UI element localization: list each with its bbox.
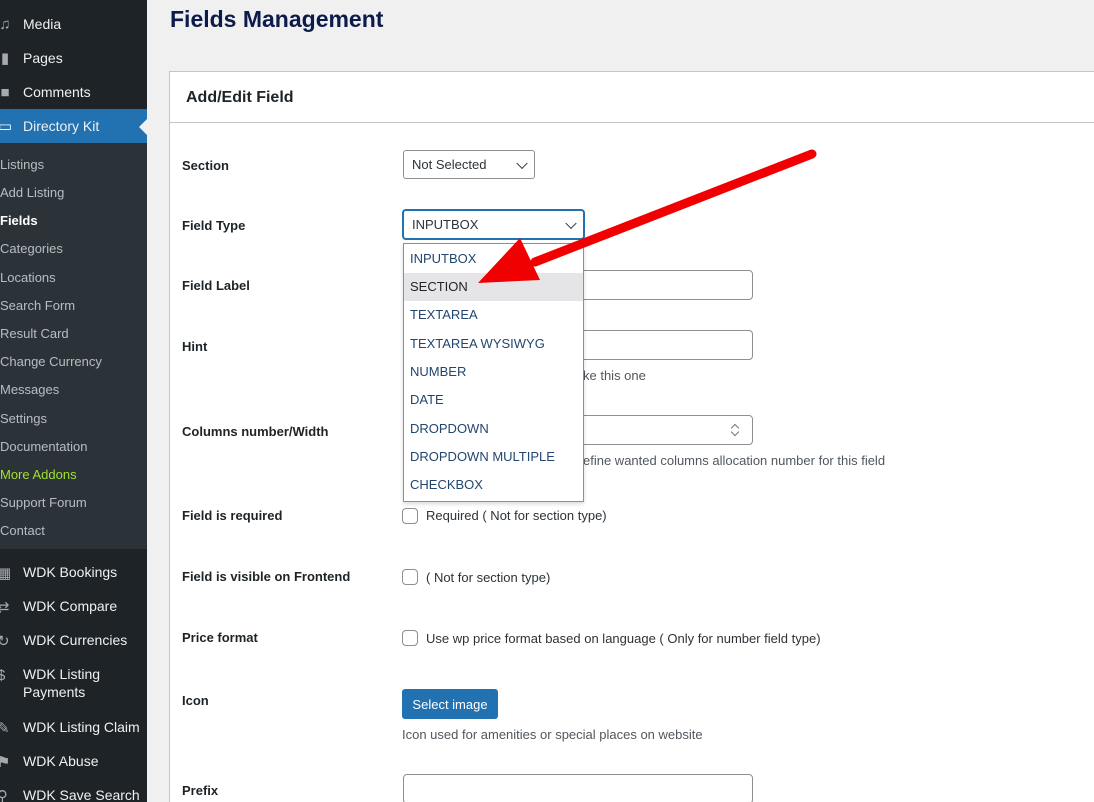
option-inputbox[interactable]: INPUTBOX (404, 245, 583, 273)
panel-title: Add/Edit Field (186, 89, 294, 106)
admin-sidebar: ♫ Media ▮ Pages ■ Comments ▭ Directory K… (0, 0, 147, 802)
submenu-messages[interactable]: Messages (0, 376, 147, 404)
option-number[interactable]: NUMBER (404, 358, 583, 386)
pages-icon: ▮ (0, 50, 10, 67)
required-checkbox[interactable] (402, 508, 418, 524)
panel-header: Add/Edit Field (170, 72, 1094, 123)
prefix-input[interactable] (403, 774, 753, 802)
compare-icon: ⇄ (0, 599, 10, 616)
chevron-down-icon (565, 217, 577, 229)
submenu-listings[interactable]: Listings (0, 151, 147, 179)
media-icon: ♫ (0, 15, 11, 33)
visible-frontend-checkbox[interactable] (402, 569, 418, 585)
option-section[interactable]: SECTION (404, 273, 583, 301)
submenu-search-form[interactable]: Search Form (0, 292, 147, 320)
icon-label: Icon (182, 693, 209, 708)
section-select[interactable]: Not Selected (403, 150, 535, 179)
menu-item-media[interactable]: ♫ Media (0, 7, 147, 41)
field-label-label: Field Label (182, 278, 250, 293)
comments-icon: ■ (0, 83, 10, 101)
number-spinner-icon[interactable] (730, 422, 742, 438)
hint-description: ke this one (583, 368, 646, 383)
field-type-select[interactable]: INPUTBOX (403, 210, 584, 239)
dollar-icon: $ (0, 667, 6, 684)
price-format-label: Price format (182, 630, 258, 645)
calendar-icon: ▦ (0, 565, 12, 582)
icon-description: Icon used for amenities or special place… (402, 727, 703, 742)
page-title: Fields Management (170, 6, 384, 32)
submenu-support-forum[interactable]: Support Forum (0, 489, 147, 517)
flag-icon: ⚑ (0, 754, 11, 771)
visible-frontend-checkbox-label: ( Not for section type) (426, 570, 551, 585)
option-date[interactable]: DATE (404, 386, 583, 414)
menu-item-directory-kit[interactable]: ▭ Directory Kit (0, 109, 147, 143)
submenu-categories[interactable]: Categories (0, 235, 147, 263)
option-checkbox[interactable]: CHECKBOX (404, 471, 583, 499)
save-search-icon: ⚲ (0, 788, 8, 802)
columns-label: Columns number/Width (182, 424, 329, 439)
hint-label: Hint (182, 339, 208, 354)
submenu-add-listing[interactable]: Add Listing (0, 179, 147, 207)
submenu-contact[interactable]: Contact (0, 517, 147, 545)
section-label: Section (182, 158, 229, 173)
prefix-label: Prefix (182, 783, 219, 798)
option-textarea-wysiwyg[interactable]: TEXTAREA WYSIWYG (404, 330, 583, 358)
submenu-more-addons[interactable]: More Addons (0, 461, 147, 489)
select-image-button[interactable]: Select image (402, 689, 498, 719)
option-textarea[interactable]: TEXTAREA (404, 301, 583, 329)
option-dropdown[interactable]: DROPDOWN (404, 415, 583, 443)
currencies-icon: ↻ (0, 633, 10, 650)
chevron-down-icon (516, 157, 528, 169)
directory-kit-submenu: Listings Add Listing Fields Categories L… (0, 143, 147, 549)
submenu-documentation[interactable]: Documentation (0, 433, 147, 461)
submenu-settings[interactable]: Settings (0, 405, 147, 433)
submenu-result-card[interactable]: Result Card (0, 320, 147, 348)
field-type-label: Field Type (182, 218, 246, 233)
visible-frontend-label: Field is visible on Frontend (182, 569, 351, 584)
claim-icon: ✎ (0, 720, 10, 737)
submenu-fields[interactable]: Fields (0, 207, 147, 235)
option-dropdown-multiple[interactable]: DROPDOWN MULTIPLE (404, 443, 583, 471)
required-label: Field is required (182, 508, 283, 523)
submenu-change-currency[interactable]: Change Currency (0, 348, 147, 376)
columns-description: efine wanted columns allocation number f… (583, 453, 886, 468)
price-format-checkbox-label: Use wp price format based on language ( … (426, 631, 821, 646)
price-format-checkbox[interactable] (402, 630, 418, 646)
submenu-locations[interactable]: Locations (0, 264, 147, 292)
menu-item-pages[interactable]: ▮ Pages (0, 41, 147, 75)
required-checkbox-label: Required ( Not for section type) (426, 508, 607, 523)
field-type-dropdown-list: INPUTBOX SECTION TEXTAREA TEXTAREA WYSIW… (403, 243, 584, 502)
menu-item-comments[interactable]: ■ Comments (0, 75, 147, 109)
folder-icon: ▭ (0, 118, 13, 135)
